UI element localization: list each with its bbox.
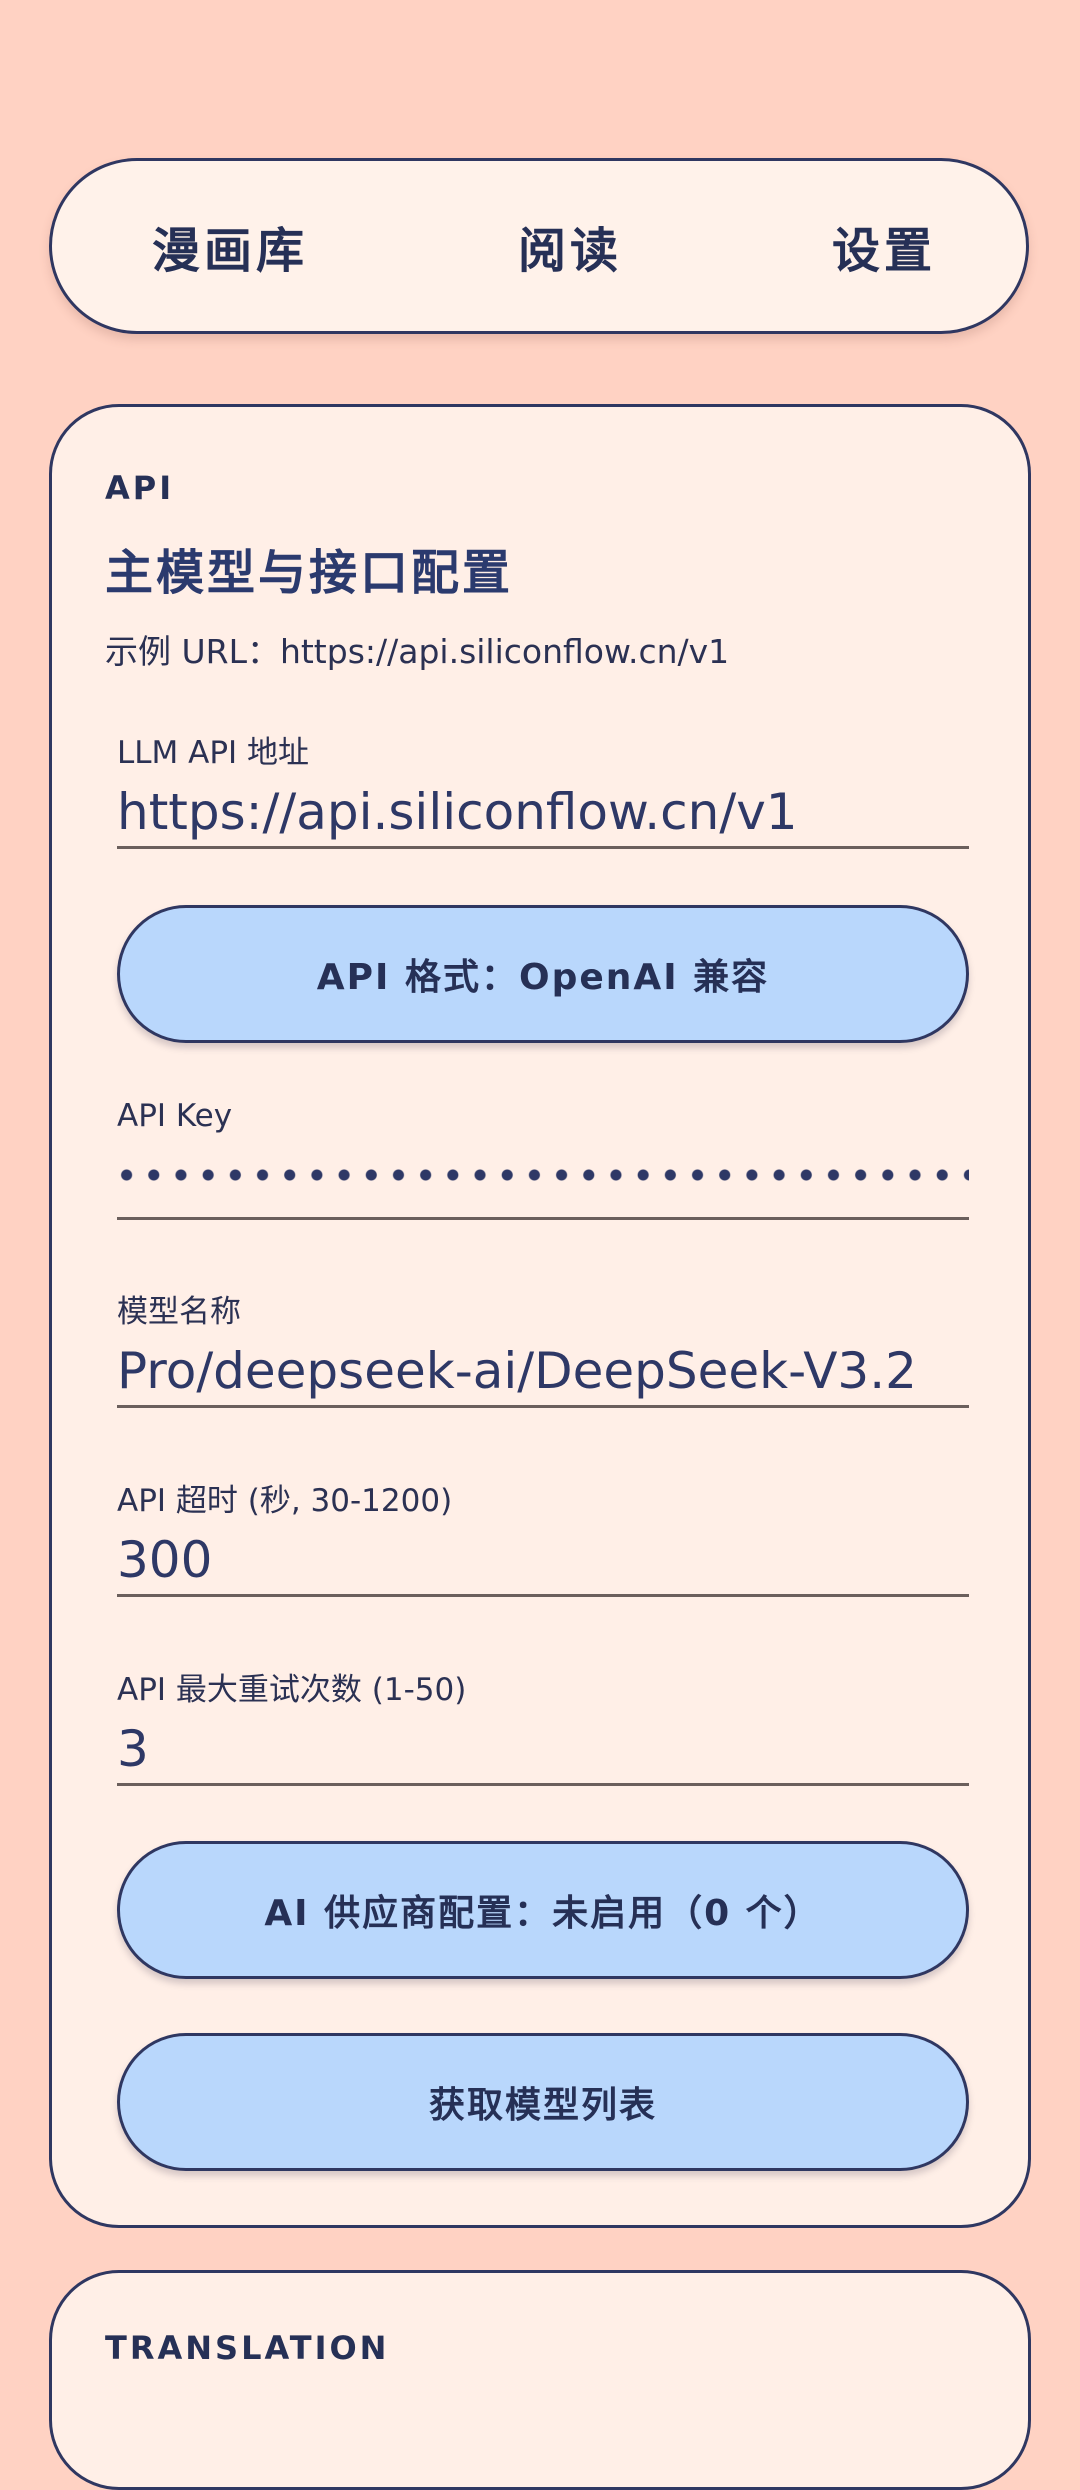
api-format-button[interactable]: API 格式：OpenAI 兼容 bbox=[117, 905, 969, 1043]
api-timeout-label: API 超时 (秒, 30-1200) bbox=[117, 1483, 453, 1519]
llm-api-url-underline bbox=[117, 846, 969, 849]
api-timeout-input[interactable]: 300 bbox=[117, 1531, 969, 1589]
api-key-field[interactable]: API Key bbox=[117, 1090, 969, 1220]
section-tag-api: API bbox=[105, 469, 175, 507]
api-max-retries-input[interactable]: 3 bbox=[117, 1720, 969, 1778]
api-max-retries-label: API 最大重试次数 (1-50) bbox=[117, 1672, 467, 1708]
api-key-masked-input[interactable] bbox=[117, 1165, 969, 1185]
llm-api-url-label: LLM API 地址 bbox=[117, 735, 310, 771]
tab-manga-library[interactable]: 漫画库 bbox=[152, 211, 308, 281]
card-title: 主模型与接口配置 bbox=[105, 545, 514, 601]
ai-provider-config-button[interactable]: AI 供应商配置：未启用（0 个） bbox=[117, 1841, 969, 1979]
api-key-label: API Key bbox=[117, 1098, 233, 1134]
api-max-retries-field[interactable]: API 最大重试次数 (1-50) 3 bbox=[117, 1656, 969, 1786]
llm-api-url-input[interactable]: https://api.siliconflow.cn/v1 bbox=[117, 783, 969, 841]
api-key-underline bbox=[117, 1217, 969, 1220]
fetch-model-list-button[interactable]: 获取模型列表 bbox=[117, 2033, 969, 2171]
model-name-field[interactable]: 模型名称 Pro/deepseek-ai/DeepSeek-V3.2 bbox=[117, 1278, 969, 1408]
tab-settings[interactable]: 设置 bbox=[832, 211, 936, 281]
translation-card: TRANSLATION bbox=[49, 2270, 1031, 2490]
model-name-input[interactable]: Pro/deepseek-ai/DeepSeek-V3.2 bbox=[117, 1342, 969, 1400]
api-max-retries-underline bbox=[117, 1783, 969, 1786]
model-name-underline bbox=[117, 1405, 969, 1408]
top-nav: 漫画库 阅读 设置 bbox=[49, 158, 1029, 334]
example-url-hint: 示例 URL：https://api.siliconflow.cn/v1 bbox=[105, 632, 730, 671]
model-name-label: 模型名称 bbox=[117, 1294, 241, 1330]
llm-api-url-field[interactable]: LLM API 地址 https://api.siliconflow.cn/v1 bbox=[117, 719, 969, 849]
tab-reading[interactable]: 阅读 bbox=[518, 211, 622, 281]
section-tag-translation: TRANSLATION bbox=[105, 2329, 390, 2367]
api-config-card: API 主模型与接口配置 示例 URL：https://api.siliconf… bbox=[49, 404, 1031, 2228]
api-timeout-field[interactable]: API 超时 (秒, 30-1200) 300 bbox=[117, 1467, 969, 1597]
api-timeout-underline bbox=[117, 1594, 969, 1597]
